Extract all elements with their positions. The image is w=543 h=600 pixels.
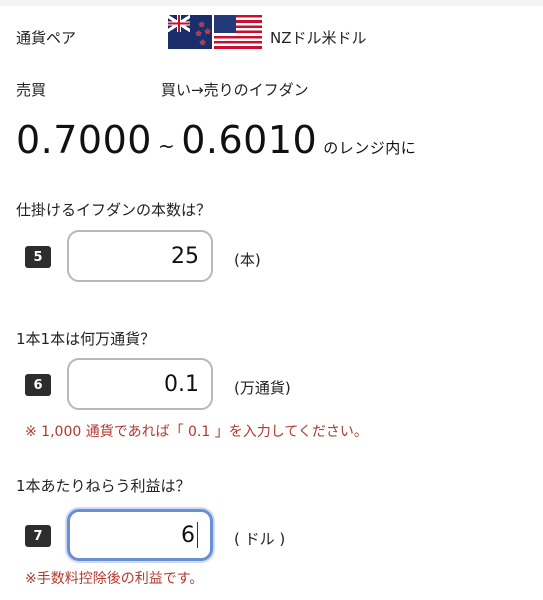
profit-question: 1本あたりねらう利益は？ [16, 477, 191, 495]
profit-value: 6 [181, 522, 195, 548]
text-caret [197, 522, 198, 548]
count-value: 25 [171, 243, 199, 269]
step-badge-6: 6 [25, 374, 51, 396]
us-flag-icon [214, 15, 262, 49]
pair-value: NZドル米ドル [270, 29, 367, 47]
size-unit: (万通貨) [234, 379, 291, 397]
step-badge-7: 7 [25, 525, 51, 547]
rate-suffix: のレンジ内に [323, 139, 417, 157]
currency-flags: ★ ★ ★ ★ [168, 15, 262, 53]
profit-input[interactable]: 6 [67, 509, 213, 561]
trade-value: 買い→売りのイフダン [161, 81, 309, 99]
rate-to: 0.6010 [181, 118, 318, 162]
new-zealand-flag-icon: ★ ★ ★ ★ [168, 15, 212, 49]
size-value: 0.1 [164, 371, 199, 397]
trade-label: 売買 [16, 81, 47, 99]
rate-range: 0.7000 ~0.6010 のレンジ内に [16, 118, 416, 162]
count-unit: (本) [234, 251, 261, 269]
top-bar [0, 0, 543, 6]
pair-label: 通貨ペア [16, 29, 77, 47]
rate-from: 0.7000 [16, 118, 152, 162]
count-input[interactable]: 25 [67, 230, 213, 282]
count-question: 仕掛けるイフダンの本数は？ [16, 201, 212, 219]
size-note: ※ 1,000 通貨であれば「 0.1 」を入力してください。 [25, 424, 368, 440]
size-input[interactable]: 0.1 [67, 358, 213, 410]
size-question: 1本1本は何万通貨？ [16, 330, 156, 348]
profit-unit: ( ドル ) [234, 530, 286, 548]
profit-note: ※手数料控除後の利益です。 [25, 571, 204, 587]
step-badge-5: 5 [25, 246, 51, 268]
rate-tilde: ~ [157, 134, 176, 158]
